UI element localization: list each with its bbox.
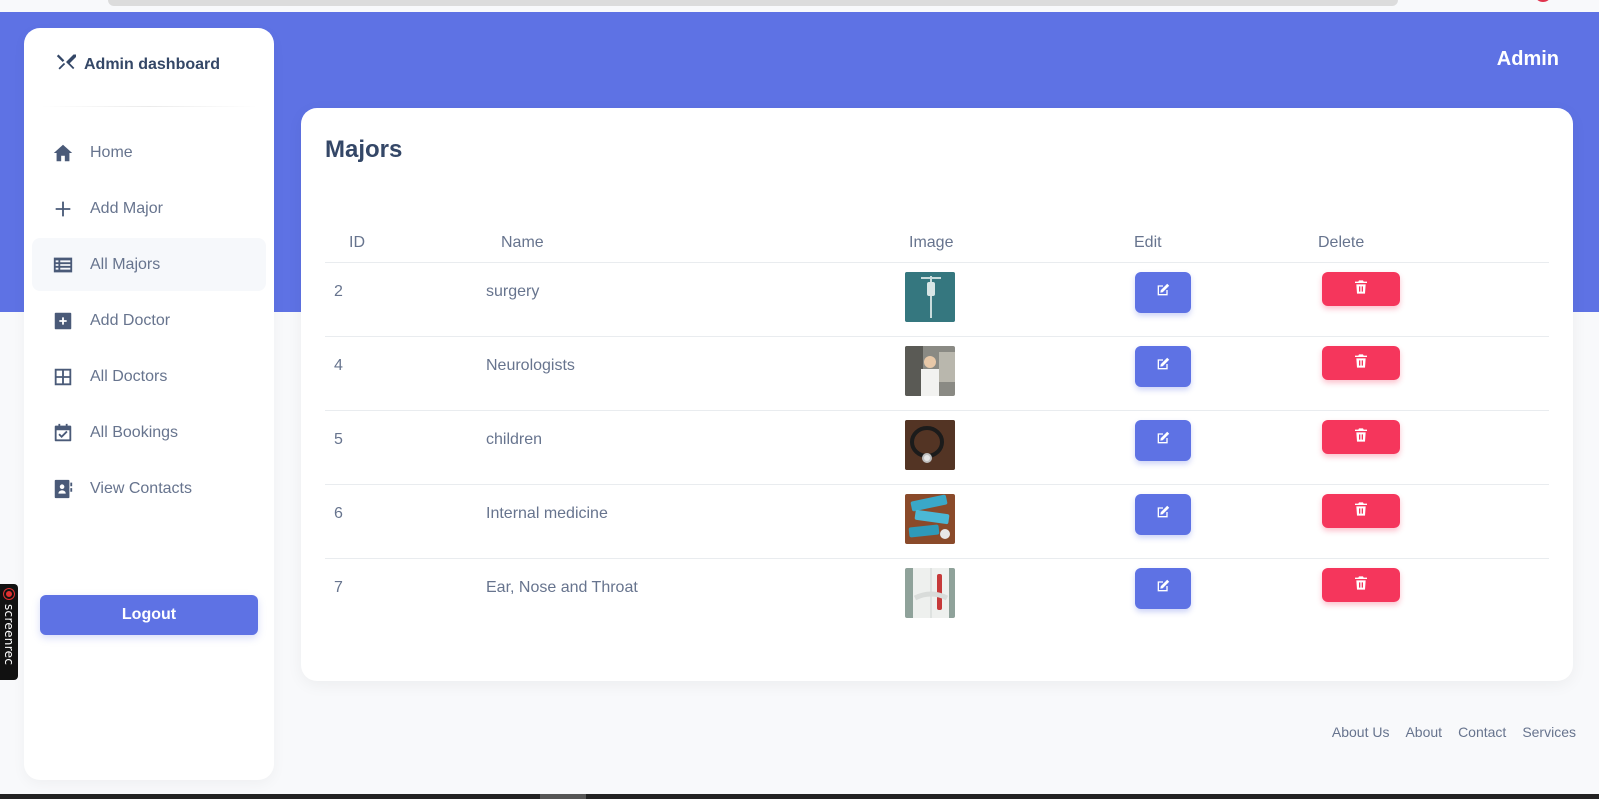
column-header-delete: Delete <box>1318 234 1365 251</box>
edit-button[interactable] <box>1135 420 1191 461</box>
taskbar-strip <box>0 794 1599 799</box>
contact-card-icon <box>52 478 74 500</box>
row-id: 2 <box>334 283 343 300</box>
footer-link-contact[interactable]: Contact <box>1458 724 1506 740</box>
edit-icon <box>1155 430 1171 451</box>
delete-button[interactable] <box>1322 568 1400 602</box>
trash-icon <box>1353 575 1369 596</box>
row-name: children <box>486 431 543 448</box>
browser-address-bar[interactable] <box>108 0 1398 6</box>
plus-square-icon <box>52 310 74 332</box>
table-row: 4 Neurologists <box>325 337 1549 411</box>
sidebar-item-home[interactable]: Home <box>32 126 266 179</box>
row-id: 7 <box>334 579 343 596</box>
ent-thumbnail <box>905 568 955 618</box>
edit-button[interactable] <box>1135 568 1191 609</box>
row-id: 4 <box>334 357 343 374</box>
sidebar-item-add-doctor[interactable]: Add Doctor <box>32 294 266 347</box>
sidebar-item-label: Home <box>90 143 133 161</box>
sidebar-item-all-majors[interactable]: All Majors <box>32 238 266 291</box>
delete-button[interactable] <box>1322 420 1400 454</box>
edit-icon <box>1155 356 1171 377</box>
recorder-label: screenrec <box>2 604 16 666</box>
logout-button[interactable]: Logout <box>40 595 258 635</box>
sidebar-item-label: All Doctors <box>90 367 168 385</box>
sidebar-nav: Home Add Major All Majors Add Doctor All… <box>32 126 266 518</box>
admin-user-label[interactable]: Admin <box>1497 48 1559 71</box>
footer-link-about-us[interactable]: About Us <box>1332 724 1390 740</box>
row-name: Neurologists <box>486 357 575 374</box>
sidebar-divider <box>40 106 258 107</box>
trash-icon <box>1353 427 1369 448</box>
edit-button[interactable] <box>1135 494 1191 535</box>
sidebar: Admin dashboard Home Add Major All Major… <box>24 28 274 780</box>
edit-button[interactable] <box>1135 346 1191 387</box>
surgery-thumbnail <box>905 272 955 322</box>
plus-icon <box>52 198 74 220</box>
sidebar-item-label: All Bookings <box>90 423 179 441</box>
internal-medicine-thumbnail <box>905 494 955 544</box>
grid-icon <box>52 366 74 388</box>
edit-button[interactable] <box>1135 272 1191 313</box>
column-header-image: Image <box>909 234 954 251</box>
brand-title: Admin dashboard <box>84 55 221 73</box>
row-name: Ear, Nose and Throat <box>486 579 638 596</box>
trash-icon <box>1353 353 1369 374</box>
footer-link-services[interactable]: Services <box>1522 724 1576 740</box>
sidebar-item-label: All Majors <box>90 255 161 273</box>
table-row: 7 Ear, Nose and Throat <box>325 559 1549 633</box>
majors-card: Majors ID Name Image Edit Delete 2 surge… <box>301 108 1573 681</box>
browser-top-strip <box>0 0 1599 12</box>
browser-indicator <box>1536 0 1550 2</box>
list-icon <box>52 254 74 276</box>
sidebar-item-all-doctors[interactable]: All Doctors <box>32 350 266 403</box>
trash-icon <box>1353 279 1369 300</box>
sidebar-item-label: View Contacts <box>90 479 192 497</box>
table-row: 6 Internal medicine <box>325 485 1549 559</box>
children-thumbnail <box>905 420 955 470</box>
sidebar-item-label: Add Doctor <box>90 311 171 329</box>
edit-icon <box>1155 578 1171 599</box>
tools-icon <box>56 52 76 77</box>
page-title: Majors <box>325 136 403 163</box>
delete-button[interactable] <box>1322 494 1400 528</box>
edit-icon <box>1155 282 1171 303</box>
footer-link-about[interactable]: About <box>1405 724 1442 740</box>
row-id: 6 <box>334 505 343 522</box>
taskbar-segment <box>540 794 586 799</box>
delete-button[interactable] <box>1322 272 1400 306</box>
column-header-edit: Edit <box>1134 234 1162 251</box>
sidebar-brand[interactable]: Admin dashboard <box>56 52 220 77</box>
trash-icon <box>1353 501 1369 522</box>
delete-button[interactable] <box>1322 346 1400 380</box>
sidebar-item-add-major[interactable]: Add Major <box>32 182 266 235</box>
row-name: Internal medicine <box>486 505 608 522</box>
column-header-name: Name <box>501 234 544 251</box>
sidebar-item-label: Add Major <box>90 199 163 217</box>
majors-table: ID Name Image Edit Delete 2 surgery 4 Ne… <box>325 223 1549 633</box>
table-row: 5 children <box>325 411 1549 485</box>
column-header-id: ID <box>349 234 365 251</box>
footer-links: About Us About Contact Services <box>1332 724 1576 740</box>
table-row: 2 surgery <box>325 263 1549 337</box>
table-header: ID Name Image Edit Delete <box>325 223 1549 263</box>
row-id: 5 <box>334 431 343 448</box>
neurologists-thumbnail <box>905 346 955 396</box>
sidebar-item-view-contacts[interactable]: View Contacts <box>32 462 266 515</box>
edit-icon <box>1155 504 1171 525</box>
home-icon <box>52 142 74 164</box>
screen-recorder-overlay[interactable]: screenrec <box>0 584 18 680</box>
row-name: surgery <box>486 283 540 300</box>
calendar-check-icon <box>52 422 74 444</box>
sidebar-item-all-bookings[interactable]: All Bookings <box>32 406 266 459</box>
record-icon <box>4 589 14 599</box>
